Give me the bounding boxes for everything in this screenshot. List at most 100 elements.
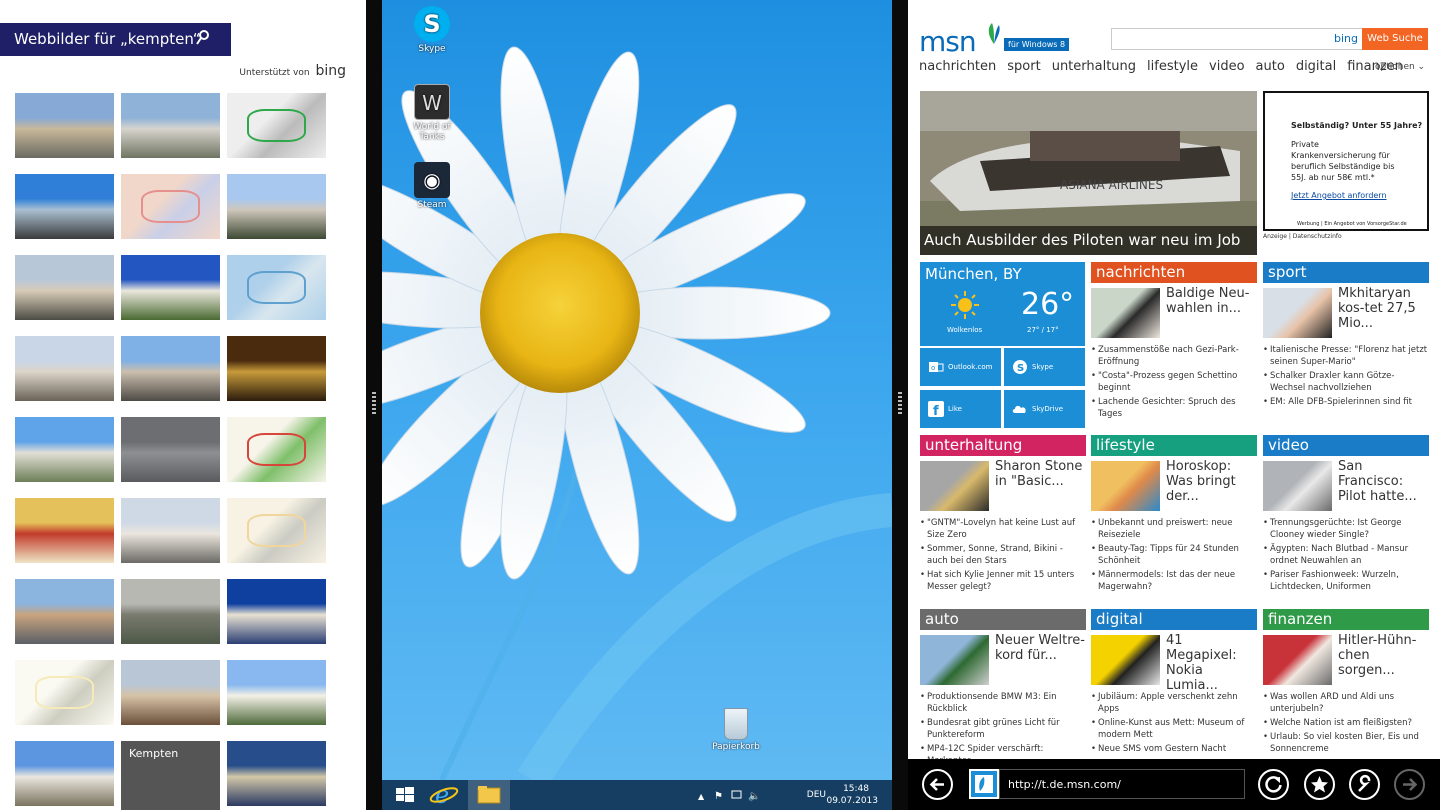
section-thumbnail[interactable] [920, 461, 989, 511]
app-tile-skype[interactable]: S Skype [1004, 348, 1085, 386]
news-item[interactable]: Pariser Fashionweek: Wurzeln, Lichtdecke… [1263, 569, 1429, 593]
image-result-tile[interactable] [227, 660, 326, 725]
news-item[interactable]: Welche Nation ist am fleißigsten? [1263, 717, 1429, 729]
news-item[interactable]: Unbekannt und preiswert: neue Reiseziele [1091, 517, 1257, 541]
section-headline[interactable]: Horoskop: Was bringt der... [1166, 459, 1257, 504]
image-result-tile[interactable] [15, 336, 114, 401]
hero-story[interactable]: ASIANA AIRLINES Auch Ausbilder des Pilot… [920, 91, 1257, 255]
news-item[interactable]: Lachende Gesichter: Spruch des Tages [1091, 396, 1257, 420]
options-menu[interactable]: optionen ⌄ [1375, 62, 1425, 72]
news-item[interactable]: Beauty-Tag: Tipps für 24 Stunden Schönhe… [1091, 543, 1257, 567]
image-result-tile[interactable] [15, 174, 114, 239]
nav-item[interactable]: auto [1256, 59, 1285, 74]
snap-divider-left[interactable] [366, 0, 382, 810]
msn-search-input[interactable]: bing [1111, 28, 1363, 50]
nav-item[interactable]: video [1209, 59, 1245, 74]
ad-banner[interactable]: Selbständig? Unter 55 Jahre? Private Kra… [1263, 91, 1429, 231]
image-result-tile[interactable] [227, 741, 326, 806]
section-header[interactable]: digital [1091, 609, 1257, 630]
news-item[interactable]: Online-Kunst aus Mett: Museum of modern … [1091, 717, 1257, 741]
back-button[interactable] [922, 769, 953, 800]
tools-button[interactable] [1349, 769, 1380, 800]
image-result-tile[interactable] [227, 174, 326, 239]
refresh-button[interactable] [1258, 769, 1289, 800]
nav-item[interactable]: unterhaltung [1052, 59, 1136, 74]
hero-caption[interactable]: Auch Ausbilder des Piloten war neu im Jo… [920, 226, 1257, 255]
image-result-tile[interactable] [121, 93, 220, 158]
forward-button[interactable] [1394, 769, 1425, 800]
snap-divider-right[interactable] [892, 0, 908, 810]
image-result-tile[interactable] [227, 579, 326, 644]
news-item[interactable]: Sommer, Sonne, Strand, Bikini - auch bei… [920, 543, 1086, 567]
news-item[interactable]: Zusammenstöße nach Gezi-Park-Eröffnung [1091, 344, 1257, 368]
image-result-tile[interactable] [121, 174, 220, 239]
news-item[interactable]: Italienische Presse: "Florenz hat jetzt … [1263, 344, 1429, 368]
section-header[interactable]: sport [1263, 262, 1429, 283]
news-item[interactable]: Ägypten: Nach Blutbad - Mansur ordnet Ne… [1263, 543, 1429, 567]
divider-handle[interactable] [898, 392, 902, 414]
search-query-box[interactable]: Webbilder für „kempten“ [0, 23, 231, 56]
image-result-tile[interactable] [15, 417, 114, 482]
start-button[interactable] [386, 780, 426, 810]
image-result-tile[interactable] [227, 498, 326, 563]
app-tile-skydrive[interactable]: SkyDrive [1004, 390, 1085, 428]
section-header[interactable]: finanzen [1263, 609, 1429, 630]
image-result-tile[interactable] [15, 93, 114, 158]
taskbar-internet-explorer[interactable]: e [424, 780, 464, 810]
ad-info[interactable]: Anzeige | Datenschutzinfo [1263, 233, 1342, 240]
desktop-icon-skype[interactable]: S Skype [401, 6, 463, 54]
news-item[interactable]: Bundesrat gibt grünes Licht für Punktere… [920, 717, 1086, 741]
section-header[interactable]: auto [920, 609, 1086, 630]
image-result-tile[interactable]: Kempten [121, 741, 220, 810]
app-tile-outlook[interactable]: o Outlook.com [920, 348, 1001, 386]
image-result-tile[interactable] [227, 255, 326, 320]
section-thumbnail[interactable] [1263, 635, 1332, 685]
clock-time[interactable]: 15:48 [843, 784, 869, 794]
image-result-tile[interactable] [15, 255, 114, 320]
section-thumbnail[interactable] [1263, 288, 1332, 338]
divider-handle[interactable] [372, 392, 376, 414]
image-result-tile[interactable] [227, 93, 326, 158]
image-result-tile[interactable] [227, 417, 326, 482]
language-indicator[interactable]: DEU [807, 790, 826, 800]
section-thumbnail[interactable] [1091, 288, 1160, 338]
image-result-tile[interactable] [15, 579, 114, 644]
section-thumbnail[interactable] [1091, 635, 1160, 685]
nav-item[interactable]: sport [1007, 59, 1040, 74]
news-item[interactable]: Hat sich Kylie Jenner mit 15 unters Mess… [920, 569, 1086, 593]
desktop-icon-steam[interactable]: ◉ Steam [401, 162, 463, 210]
section-thumbnail[interactable] [1091, 461, 1160, 511]
section-headline[interactable]: San Francisco: Pilot hatte... [1338, 459, 1429, 504]
section-headline[interactable]: Sharon Stone in "Basic... [995, 459, 1086, 489]
news-item[interactable]: Neue SMS vom Gestern Nacht [1091, 743, 1257, 755]
image-result-tile[interactable] [121, 417, 220, 482]
weather-tile[interactable]: München, BY 26° Wolkenlos 27° / 17° [920, 262, 1085, 346]
news-item[interactable]: EM: Alle DFB-Spielerinnen sind fit [1263, 396, 1429, 408]
image-result-tile[interactable] [121, 336, 220, 401]
news-item[interactable]: Männermodels: Ist das der neue Magerwahn… [1091, 569, 1257, 593]
news-item[interactable]: Was wollen ARD und Aldi uns unterjubeln? [1263, 691, 1429, 715]
desktop-icon-recycle-bin[interactable]: Papierkorb [705, 708, 767, 752]
search-icon[interactable] [196, 30, 209, 46]
news-item[interactable]: Urlaub: So viel kosten Bier, Eis und Son… [1263, 731, 1429, 755]
nav-item[interactable]: digital [1296, 59, 1336, 74]
app-tile-facebook[interactable]: f Like [920, 390, 1001, 428]
news-item[interactable]: Produktionsende BMW M3: Ein Rückblick [920, 691, 1086, 715]
section-headline[interactable]: Baldige Neu-wahlen in... [1166, 286, 1257, 316]
section-header[interactable]: lifestyle [1091, 435, 1257, 456]
nav-item[interactable]: nachrichten [919, 59, 996, 74]
image-result-tile[interactable] [227, 336, 326, 401]
nav-item[interactable]: lifestyle [1147, 59, 1198, 74]
image-result-tile[interactable] [121, 255, 220, 320]
section-header[interactable]: video [1263, 435, 1429, 456]
ad-link[interactable]: Jetzt Angebot anfordern [1291, 191, 1427, 200]
desktop-icon-world-of-tanks[interactable]: W World of Tanks [401, 84, 463, 142]
image-result-tile[interactable] [15, 660, 114, 725]
image-result-tile[interactable] [15, 741, 114, 806]
image-result-tile[interactable] [15, 498, 114, 563]
image-result-tile[interactable] [121, 498, 220, 563]
favorites-button[interactable] [1304, 769, 1335, 800]
section-header[interactable]: nachrichten [1091, 262, 1257, 283]
image-result-tile[interactable] [121, 579, 220, 644]
news-item[interactable]: Trennungsgerüchte: Ist George Clooney wi… [1263, 517, 1429, 541]
